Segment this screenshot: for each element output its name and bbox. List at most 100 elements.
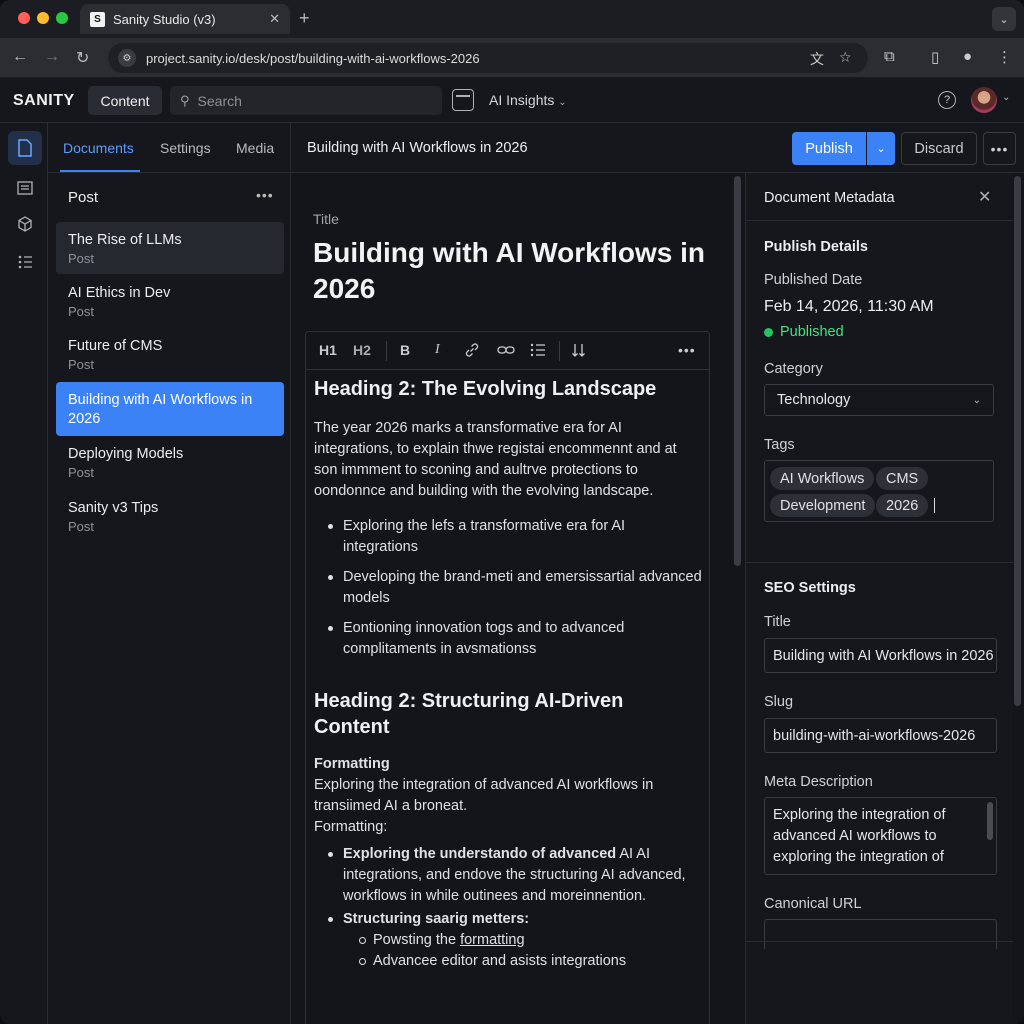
- canonical-url-label: Canonical URL: [764, 896, 862, 912]
- list-item[interactable]: Future of CMS Post: [56, 328, 284, 380]
- close-icon[interactable]: ✕: [978, 187, 991, 207]
- discard-button[interactable]: Discard: [901, 132, 977, 165]
- search-box[interactable]: ⚲: [170, 86, 442, 115]
- help-icon[interactable]: ?: [938, 91, 956, 109]
- h2-button[interactable]: H2: [353, 342, 371, 358]
- new-tab-icon[interactable]: +: [299, 8, 310, 29]
- sub-bullet-item[interactable]: Powsting the formatting: [314, 930, 704, 951]
- search-input[interactable]: [197, 92, 398, 109]
- translate-icon[interactable]: 文: [810, 49, 824, 69]
- meta-description-value: Exploring the integration of advanced AI…: [773, 807, 946, 865]
- heading-block[interactable]: Heading 2: The Evolving Landscape: [314, 376, 704, 402]
- paragraph-block[interactable]: Exploring the integration of advanced AI…: [314, 775, 704, 817]
- bullet-item[interactable]: Exploring the lefs a transformative era …: [314, 516, 704, 558]
- toolbar-more-icon[interactable]: •••: [678, 342, 696, 358]
- link-icon[interactable]: [464, 342, 480, 361]
- bullet-item[interactable]: Developing the brand-meti and emersissar…: [314, 567, 704, 609]
- close-tab-icon[interactable]: ✕: [269, 11, 280, 27]
- list-item-title: Building with AI Workflows in 2026: [68, 392, 253, 427]
- cube-tool-icon[interactable]: [8, 207, 42, 241]
- list-item[interactable]: Deploying Models Post: [56, 436, 284, 488]
- document-list-pane: Documents Settings Media Post ••• The Ri…: [48, 123, 291, 1024]
- title-field-label: Title: [313, 211, 339, 227]
- profile-icon[interactable]: ●: [963, 48, 972, 65]
- list-tool-icon[interactable]: [8, 171, 42, 205]
- body-editor[interactable]: H1 H2 B I ••• Heading 2: The Evolving La…: [305, 331, 710, 1024]
- metadata-pane: Document Metadata ✕ Publish Details Publ…: [745, 173, 1013, 1024]
- list-item[interactable]: The Rise of LLMs Post: [56, 222, 284, 274]
- tab-documents[interactable]: Documents: [63, 140, 134, 156]
- maximize-window-button[interactable]: [56, 12, 68, 24]
- list-item-subtitle: Post: [68, 519, 95, 534]
- reference-link-icon[interactable]: [497, 342, 515, 361]
- publish-menu-chevron-icon[interactable]: ⌄: [867, 132, 895, 165]
- category-select[interactable]: Technology ⌄: [764, 384, 994, 416]
- tab-media[interactable]: Media: [236, 140, 274, 156]
- bullet-item[interactable]: Structuring saarig metters:: [314, 909, 704, 930]
- browser-toolbar: ← → ↻ ⚙ project.sanity.io/desk/post/buil…: [0, 38, 1024, 78]
- browser-tab[interactable]: S Sanity Studio (v3) ✕: [80, 4, 290, 34]
- inline-link[interactable]: formatting: [460, 932, 524, 948]
- slug-value: building-with-ai-workflows-2026: [773, 727, 976, 744]
- status-badge: Published: [764, 324, 844, 340]
- tag-chip[interactable]: AI Workflows: [770, 467, 875, 490]
- documents-tool-icon[interactable]: [8, 131, 42, 165]
- active-tab-indicator: [60, 170, 140, 172]
- tags-input[interactable]: AI Workflows CMS Development 2026: [764, 460, 994, 522]
- sanity-logo[interactable]: SANITY: [13, 92, 75, 110]
- list-item[interactable]: Sanity v3 Tips Post: [56, 490, 284, 542]
- slug-field[interactable]: building-with-ai-workflows-2026: [764, 718, 997, 753]
- document-title: Building with AI Workflows in 2026: [307, 140, 528, 156]
- extensions-icon[interactable]: ⧉: [884, 48, 895, 65]
- avatar-chevron-icon[interactable]: ⌄: [1002, 92, 1010, 103]
- side-panel-icon[interactable]: ▯: [931, 48, 939, 66]
- h1-button[interactable]: H1: [319, 342, 337, 358]
- layout-panel-icon[interactable]: [452, 89, 474, 111]
- reload-icon[interactable]: ↻: [76, 48, 89, 68]
- paragraph-block[interactable]: Formatting: [314, 754, 704, 775]
- heading-block[interactable]: Heading 2: Structuring AI-Driven Content: [314, 688, 704, 740]
- sub-bullet-item[interactable]: Advancee editor and asists integrations: [314, 951, 704, 972]
- sort-icon[interactable]: [571, 342, 587, 361]
- paragraph-block[interactable]: Formatting:: [314, 817, 704, 838]
- minimize-window-button[interactable]: [37, 12, 49, 24]
- list-item-selected[interactable]: Building with AI Workflows in 2026: [56, 382, 284, 436]
- editor-scrollbar[interactable]: [734, 176, 741, 566]
- tab-settings[interactable]: Settings: [160, 140, 211, 156]
- paragraph-block[interactable]: The year 2026 marks a transformative era…: [314, 418, 704, 502]
- textarea-scrollbar[interactable]: [987, 802, 993, 840]
- list-title: Post: [68, 189, 99, 206]
- list-more-icon[interactable]: •••: [256, 187, 274, 203]
- content-tool-button[interactable]: Content: [88, 86, 162, 115]
- bold-button[interactable]: B: [400, 342, 410, 358]
- forward-icon[interactable]: →: [44, 48, 60, 66]
- publish-button[interactable]: Publish: [792, 132, 866, 165]
- tag-chip[interactable]: 2026: [876, 494, 929, 517]
- address-bar[interactable]: ⚙ project.sanity.io/desk/post/building-w…: [108, 43, 868, 73]
- tab-search-chevron-icon[interactable]: ⌄: [992, 7, 1016, 31]
- tag-chip[interactable]: CMS: [876, 467, 929, 490]
- list-item[interactable]: AI Ethics in Dev Post: [56, 275, 284, 327]
- canonical-url-field[interactable]: [764, 919, 997, 949]
- bookmark-star-icon[interactable]: ☆: [839, 49, 852, 66]
- meta-description-textarea[interactable]: Exploring the integration of advanced AI…: [764, 797, 997, 875]
- back-icon[interactable]: ←: [12, 48, 28, 66]
- browser-menu-icon[interactable]: ⋮: [997, 48, 1012, 66]
- document-more-icon[interactable]: •••: [983, 132, 1016, 165]
- list-item-title: Deploying Models: [68, 446, 184, 462]
- search-icon: ⚲: [180, 92, 190, 108]
- italic-button[interactable]: I: [435, 342, 440, 358]
- bullet-list-icon[interactable]: [530, 342, 546, 361]
- seo-title-field[interactable]: Building with AI Workflows in 2026: [764, 638, 997, 673]
- ai-insights-menu[interactable]: AI Insights ⌄: [489, 92, 567, 108]
- avatar[interactable]: [971, 87, 997, 113]
- site-info-icon[interactable]: ⚙: [118, 49, 136, 67]
- title-field[interactable]: Building with AI Workflows in 2026: [313, 235, 713, 307]
- bullet-item[interactable]: Exploring the understando of advanced AI…: [314, 844, 704, 907]
- chevron-down-icon: ⌄: [558, 97, 567, 108]
- metadata-scrollbar[interactable]: [1014, 176, 1021, 706]
- close-window-button[interactable]: [18, 12, 30, 24]
- tag-chip[interactable]: Development: [770, 494, 876, 517]
- bullet-item[interactable]: Eontioning innovation togs and to advanc…: [314, 618, 704, 660]
- structure-tool-icon[interactable]: [8, 245, 42, 279]
